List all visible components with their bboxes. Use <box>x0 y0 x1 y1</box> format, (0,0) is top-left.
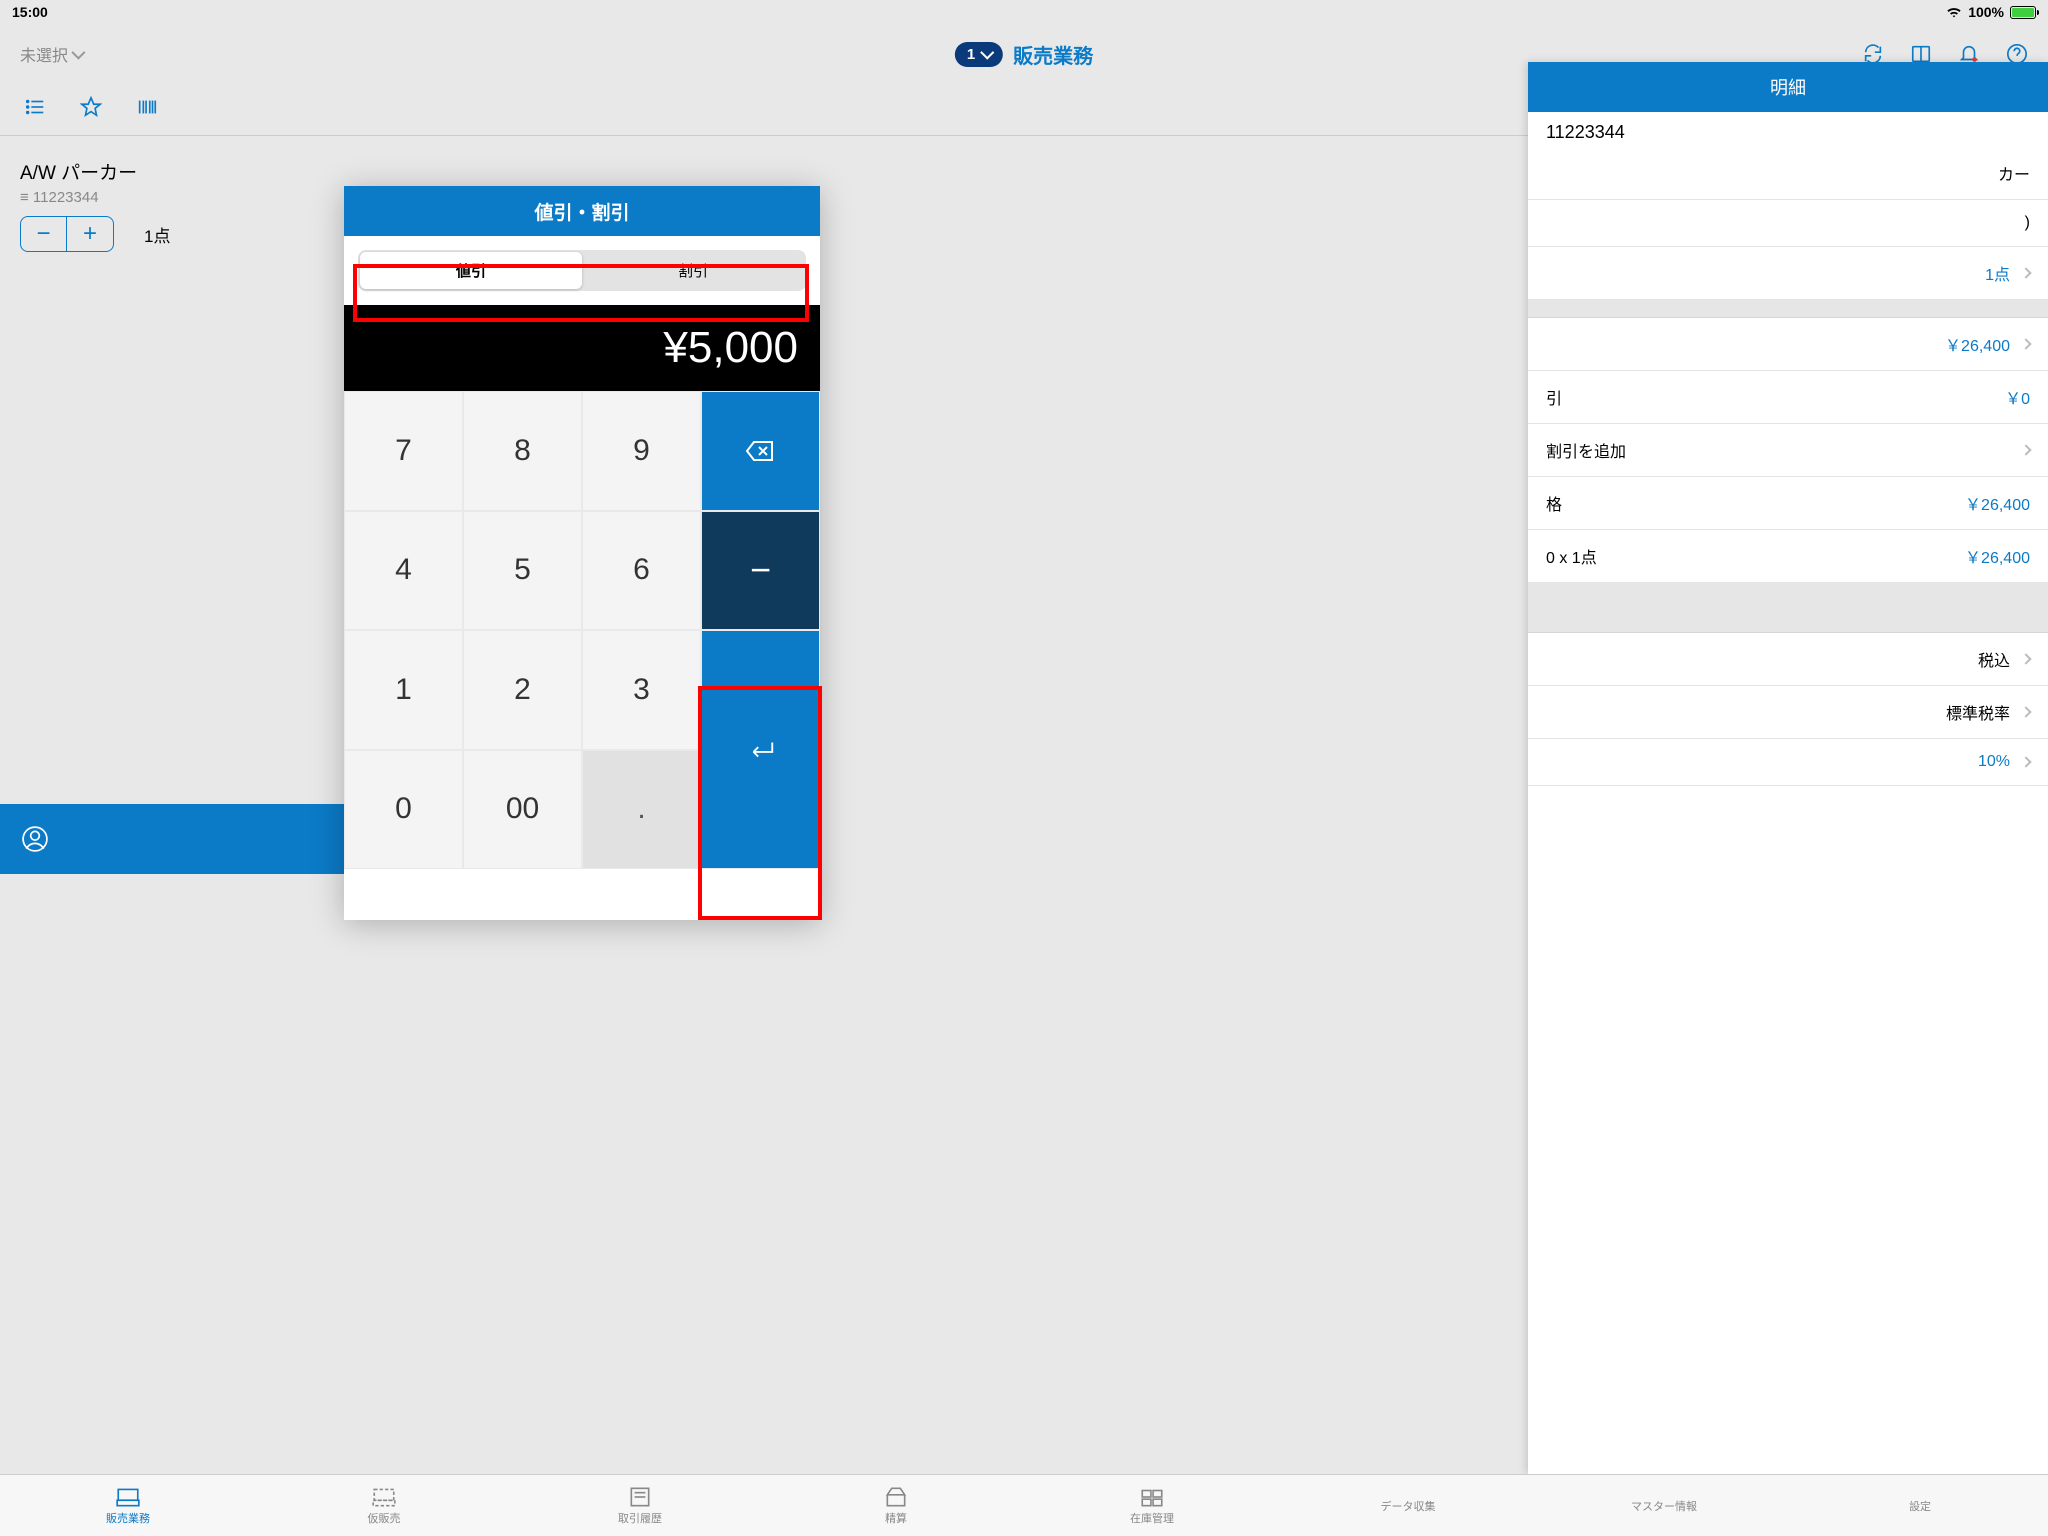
list-icon[interactable] <box>24 96 46 118</box>
detail-tax-incl-row[interactable]: 税込 <box>1528 633 2048 686</box>
tab-label: 取引履歴 <box>618 1510 662 1526</box>
key-8[interactable]: 8 <box>463 391 582 511</box>
register-icon <box>115 1486 141 1508</box>
detail-add-discount-row[interactable]: 割引を追加 <box>1528 424 2048 477</box>
tab-temp-sales[interactable]: 仮販売 <box>256 1475 512 1536</box>
tab-label: 販売業務 <box>106 1510 150 1526</box>
screen-title: 販売業務 <box>1013 40 1093 69</box>
quantity-stepper: − + <box>20 216 114 252</box>
tab-settings[interactable]: 設定 <box>1792 1475 2048 1536</box>
chevron-right-icon <box>2020 653 2031 664</box>
tab-label: 仮販売 <box>368 1510 401 1526</box>
inventory-icon <box>1139 1486 1165 1508</box>
detail-sku: 11223344 <box>1528 112 2048 147</box>
item-name: A/W パーカー <box>20 158 710 185</box>
detail-tax-rate-row[interactable]: 標準税率 <box>1528 686 2048 739</box>
tab-data[interactable]: データ収集 <box>1280 1475 1536 1536</box>
key-0[interactable]: 0 <box>344 750 463 870</box>
backspace-icon <box>746 440 776 462</box>
tab-master[interactable]: マスター情報 <box>1536 1475 1792 1536</box>
detail-name-row: カー <box>1528 147 2048 200</box>
battery-pct: 100% <box>1968 4 2004 20</box>
key-minus[interactable]: − <box>701 511 820 631</box>
tab-history[interactable]: 取引履歴 <box>512 1475 768 1536</box>
discount-display: ¥5,000 <box>344 305 820 391</box>
store-selector[interactable]: 未選択 <box>20 42 82 66</box>
qty-plus-button[interactable]: + <box>67 217 113 251</box>
wifi-icon <box>1946 6 1962 18</box>
tab-settlement[interactable]: 精算 <box>768 1475 1024 1536</box>
detail-calc-row: 0 x 1点￥26,400 <box>1528 530 2048 583</box>
qty-label: 1点 <box>144 222 170 247</box>
key-1[interactable]: 1 <box>344 630 463 750</box>
key-6[interactable]: 6 <box>582 511 701 631</box>
history-icon <box>627 1486 653 1508</box>
key-9[interactable]: 9 <box>582 391 701 511</box>
star-icon[interactable] <box>80 96 102 118</box>
battery-icon <box>2010 6 2036 19</box>
register-dashed-icon <box>371 1486 397 1508</box>
tab-label: データ収集 <box>1381 1498 1436 1514</box>
discount-modal-title: 値引・割引 <box>344 186 820 236</box>
store-selector-label: 未選択 <box>20 42 68 66</box>
key-enter[interactable] <box>701 630 820 869</box>
detail-discount-row[interactable]: 引￥0 <box>1528 371 2048 424</box>
chevron-right-icon <box>2020 267 2031 278</box>
status-time: 15:00 <box>12 4 48 20</box>
discount-type-segment: 値引 割引 <box>358 250 806 291</box>
key-00[interactable]: 00 <box>463 750 582 870</box>
count-badge[interactable]: 1 <box>955 42 1003 67</box>
detail-panel: 明細 11223344 カー ) 1点 ￥26,400 引￥0 割引を追加 格￥… <box>1528 62 2048 1474</box>
avatar-icon <box>22 826 48 852</box>
status-bar: 15:00 100% <box>0 0 2048 24</box>
tab-label: 設定 <box>1909 1498 1931 1514</box>
detail-kakaku-row: 格￥26,400 <box>1528 477 2048 530</box>
qty-minus-button[interactable]: − <box>21 217 67 251</box>
detail-price-row[interactable]: ￥26,400 <box>1528 318 2048 371</box>
chevron-right-icon <box>2020 756 2031 767</box>
chevron-down-icon <box>71 46 85 60</box>
chevron-right-icon <box>2020 706 2031 717</box>
key-4[interactable]: 4 <box>344 511 463 631</box>
tab-sales[interactable]: 販売業務 <box>0 1475 256 1536</box>
discount-modal: 値引・割引 値引 割引 ¥5,000 7 8 9 4 5 6 − 1 2 3 0… <box>344 186 820 920</box>
settlement-icon <box>883 1486 909 1508</box>
detail-qty-row[interactable]: 1点 <box>1528 247 2048 300</box>
tab-inventory[interactable]: 在庫管理 <box>1024 1475 1280 1536</box>
key-5[interactable]: 5 <box>463 511 582 631</box>
key-2[interactable]: 2 <box>463 630 582 750</box>
tab-label: マスター情報 <box>1631 1498 1697 1514</box>
chevron-down-icon <box>981 46 995 60</box>
key-7[interactable]: 7 <box>344 391 463 511</box>
tab-label: 在庫管理 <box>1130 1510 1174 1526</box>
detail-header: 明細 <box>1528 62 2048 112</box>
bottom-tabbar: 販売業務 仮販売 取引履歴 精算 在庫管理 データ収集 マスター情報 設定 <box>0 1474 2048 1536</box>
count-badge-value: 1 <box>967 46 975 63</box>
keypad: 7 8 9 4 5 6 − 1 2 3 0 00 . <box>344 391 820 869</box>
detail-tax-pct-row[interactable]: 10% <box>1528 739 2048 786</box>
tab-label: 精算 <box>885 1510 907 1526</box>
tab-amount-discount[interactable]: 値引 <box>360 252 582 289</box>
barcode-icon[interactable] <box>136 96 158 118</box>
chevron-right-icon <box>2020 338 2031 349</box>
tab-percent-discount[interactable]: 割引 <box>582 252 804 289</box>
chevron-right-icon <box>2020 444 2031 455</box>
key-backspace[interactable] <box>701 391 820 511</box>
detail-paren-row: ) <box>1528 200 2048 247</box>
key-dot[interactable]: . <box>582 750 701 870</box>
key-3[interactable]: 3 <box>582 630 701 750</box>
enter-icon <box>746 738 776 762</box>
